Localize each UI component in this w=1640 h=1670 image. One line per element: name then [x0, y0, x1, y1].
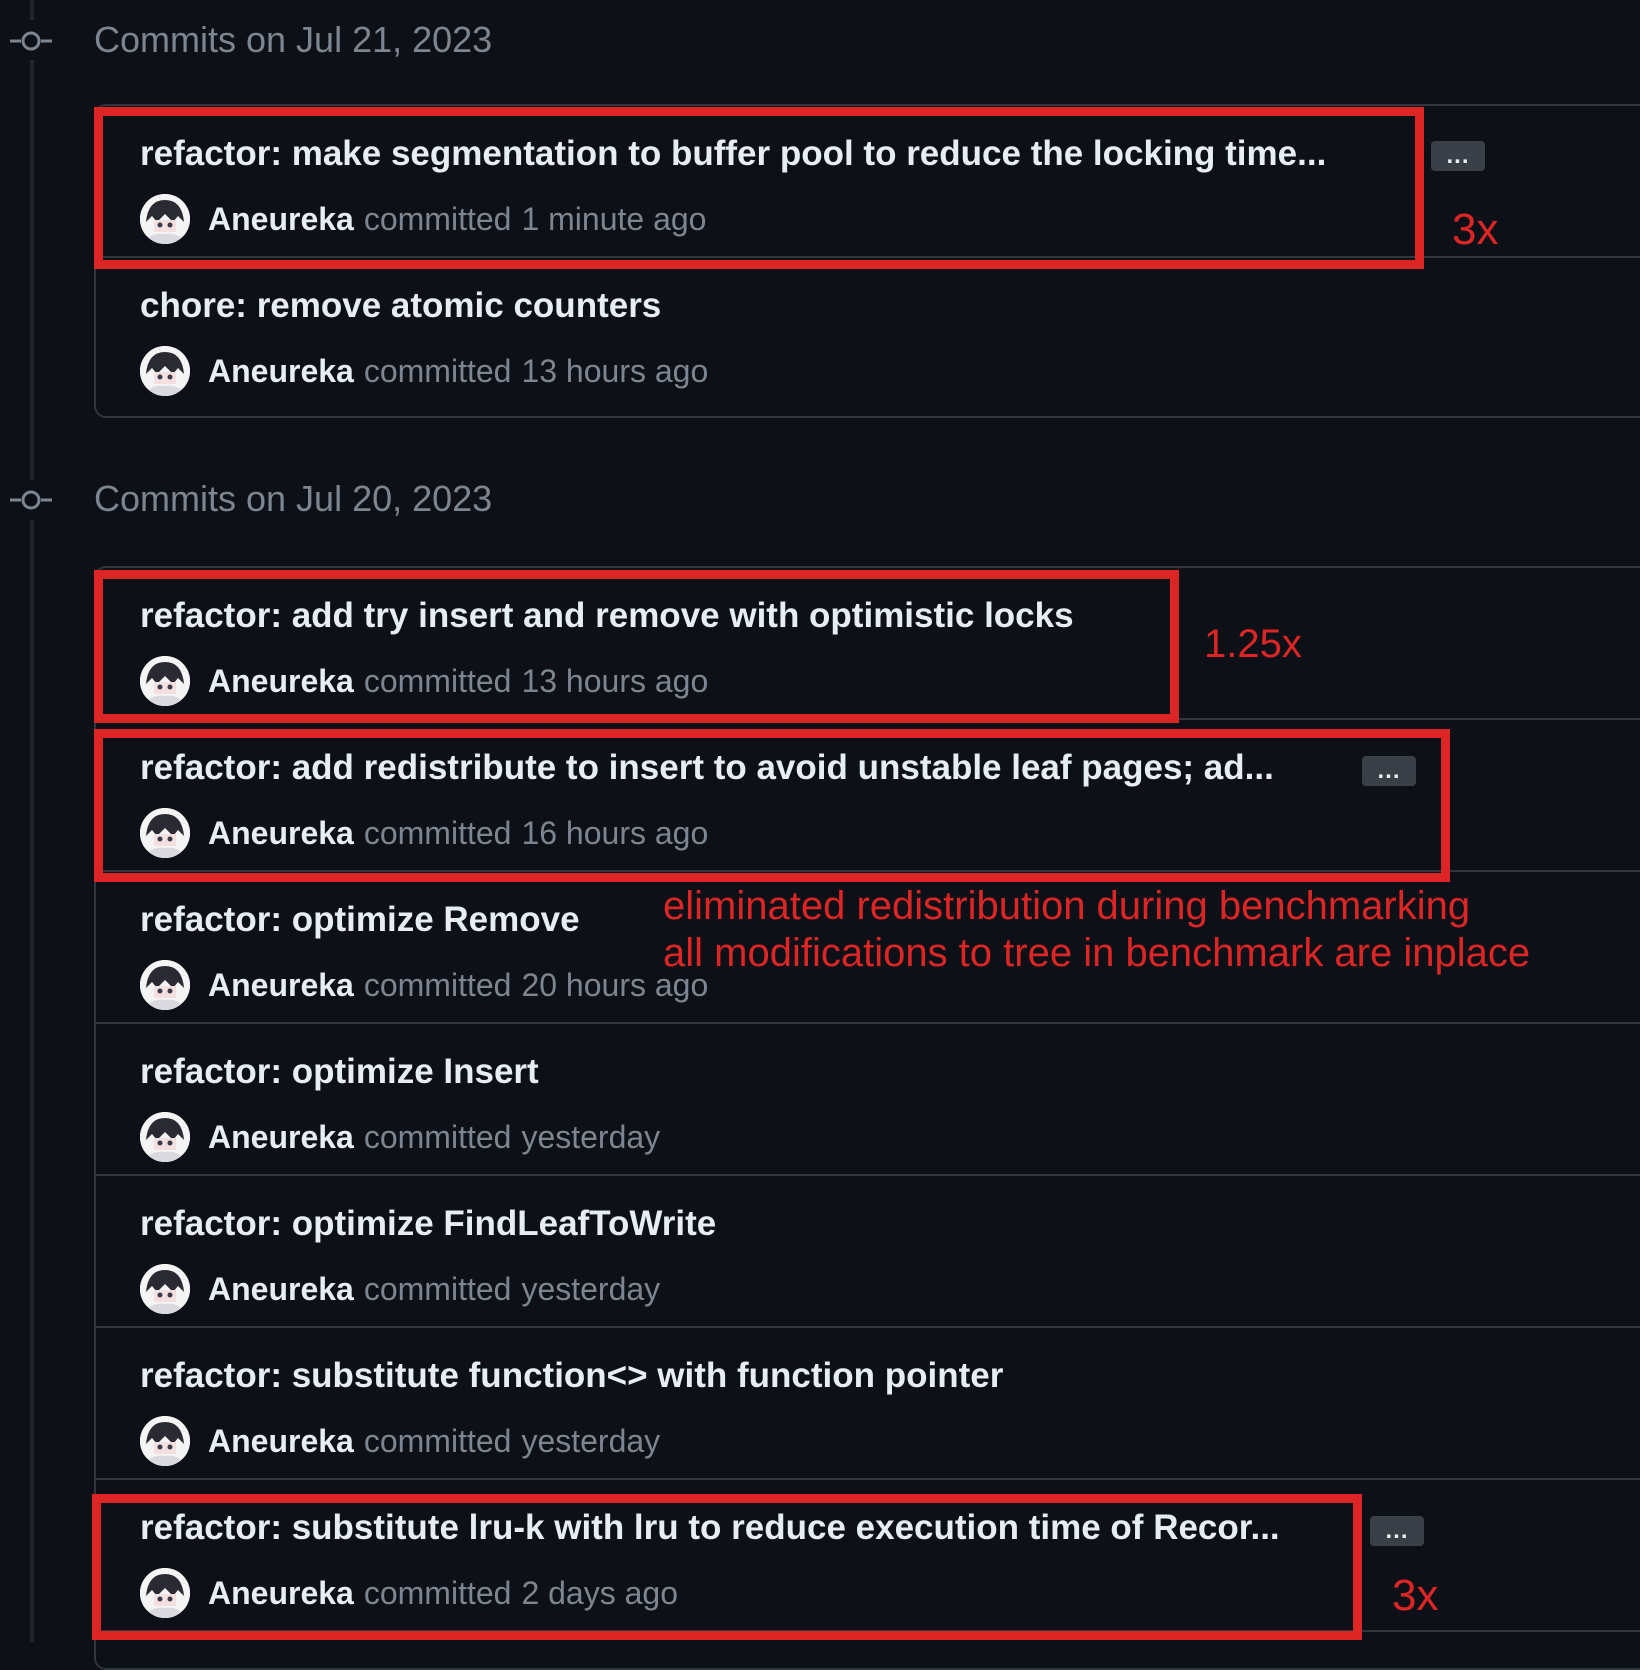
speedup-annotation: 3x: [1392, 1571, 1439, 1620]
commit-author-link[interactable]: Aneureka: [208, 815, 354, 852]
avatar[interactable]: [140, 1416, 190, 1466]
avatar[interactable]: [140, 808, 190, 858]
commit-row[interactable]: refactor: add try insert and remove with…: [96, 568, 1640, 720]
commit-meta: Aneureka committed 2 days ago: [140, 1568, 678, 1618]
commit-verb: committed: [363, 966, 512, 1003]
commit-time: yesterday: [521, 1270, 661, 1307]
commit-meta: Aneureka committed 20 hours ago: [140, 960, 708, 1010]
commit-time: 16 hours ago: [521, 814, 709, 851]
commit-row[interactable]: refactor: add redistribute to insert to …: [96, 720, 1640, 872]
avatar[interactable]: [140, 1264, 190, 1314]
commit-node-icon: [10, 29, 52, 53]
commit-time: 13 hours ago: [521, 662, 709, 699]
note-annotation: all modifications to tree in benchmark a…: [663, 931, 1531, 975]
commit-list: refactor: make segmentation to buffer po…: [94, 104, 1640, 418]
expand-message-button[interactable]: ...: [1370, 1516, 1424, 1546]
commit-title-link[interactable]: refactor: substitute function<> with fun…: [140, 1356, 1003, 1396]
commit-author-link[interactable]: Aneureka: [208, 663, 354, 700]
commit-time: yesterday: [521, 1118, 661, 1155]
commit-verb: committed: [363, 1118, 512, 1155]
commit-row[interactable]: refactor: substitute function<> with fun…: [96, 1328, 1640, 1480]
commit-title-link[interactable]: refactor: substitute lru-k with lru to r…: [140, 1508, 1280, 1548]
avatar[interactable]: [140, 656, 190, 706]
timeline-line: [30, 60, 34, 480]
commit-time: yesterday: [521, 1422, 661, 1459]
commit-group-header: Commits on Jul 21, 2023: [94, 19, 493, 60]
commit-verb: committed: [363, 1422, 512, 1459]
commit-row[interactable]: chore: remove atomic counters Aneureka c…: [96, 258, 1640, 410]
commit-author-link[interactable]: Aneureka: [208, 967, 354, 1004]
commit-title-link[interactable]: refactor: add try insert and remove with…: [140, 596, 1074, 636]
commit-verb: committed: [363, 352, 512, 389]
commit-node-icon: [10, 488, 52, 512]
commit-verb: committed: [363, 814, 512, 851]
commit-meta: Aneureka committed 13 hours ago: [140, 346, 708, 396]
commit-row[interactable]: refactor: make segmentation to buffer po…: [96, 106, 1640, 258]
commit-row[interactable]: refactor: optimize Insert Aneureka commi…: [96, 1024, 1640, 1176]
commit-meta: Aneureka committed 13 hours ago: [140, 656, 708, 706]
commit-author-link[interactable]: Aneureka: [208, 1271, 354, 1308]
commit-verb: committed: [363, 662, 512, 699]
timeline-line: [30, 0, 34, 20]
speedup-annotation: 3x: [1452, 205, 1499, 254]
avatar[interactable]: [140, 960, 190, 1010]
commit-title-link[interactable]: refactor: add redistribute to insert to …: [140, 748, 1274, 788]
commit-author-link[interactable]: Aneureka: [208, 1423, 354, 1460]
commit-author-link[interactable]: Aneureka: [208, 353, 354, 390]
commit-title-link[interactable]: refactor: optimize Insert: [140, 1052, 539, 1092]
commit-meta: Aneureka committed yesterday: [140, 1112, 660, 1162]
commit-time: 2 days ago: [521, 1574, 678, 1611]
timeline-line: [30, 520, 34, 1642]
commit-meta: Aneureka committed yesterday: [140, 1264, 660, 1314]
commit-author-link[interactable]: Aneureka: [208, 201, 354, 238]
commit-meta: Aneureka committed yesterday: [140, 1416, 660, 1466]
commit-time: 1 minute ago: [521, 200, 707, 237]
commit-time: 13 hours ago: [521, 352, 709, 389]
expand-message-button[interactable]: ...: [1431, 141, 1485, 171]
commit-verb: committed: [363, 1270, 512, 1307]
commit-verb: committed: [363, 200, 512, 237]
commit-title-link[interactable]: refactor: make segmentation to buffer po…: [140, 134, 1326, 174]
expand-message-button[interactable]: ...: [1362, 756, 1416, 786]
avatar[interactable]: [140, 346, 190, 396]
commit-meta: Aneureka committed 16 hours ago: [140, 808, 708, 858]
commit-title-link[interactable]: chore: remove atomic counters: [140, 286, 661, 326]
avatar[interactable]: [140, 1112, 190, 1162]
commit-author-link[interactable]: Aneureka: [208, 1119, 354, 1156]
avatar[interactable]: [140, 1568, 190, 1618]
commit-title-link[interactable]: refactor: optimize FindLeafToWrite: [140, 1204, 716, 1244]
commit-row[interactable]: refactor: optimize FindLeafToWrite Aneur…: [96, 1176, 1640, 1328]
commit-group-header: Commits on Jul 20, 2023: [94, 478, 493, 519]
speedup-annotation: 1.25x: [1204, 622, 1302, 666]
commit-title-link[interactable]: refactor: optimize Remove: [140, 900, 580, 940]
avatar[interactable]: [140, 194, 190, 244]
note-annotation: eliminated redistribution during benchma…: [663, 884, 1471, 928]
commit-author-link[interactable]: Aneureka: [208, 1575, 354, 1612]
commit-meta: Aneureka committed 1 minute ago: [140, 194, 706, 244]
commit-list: refactor: add try insert and remove with…: [94, 566, 1640, 1670]
commit-verb: committed: [363, 1574, 512, 1611]
